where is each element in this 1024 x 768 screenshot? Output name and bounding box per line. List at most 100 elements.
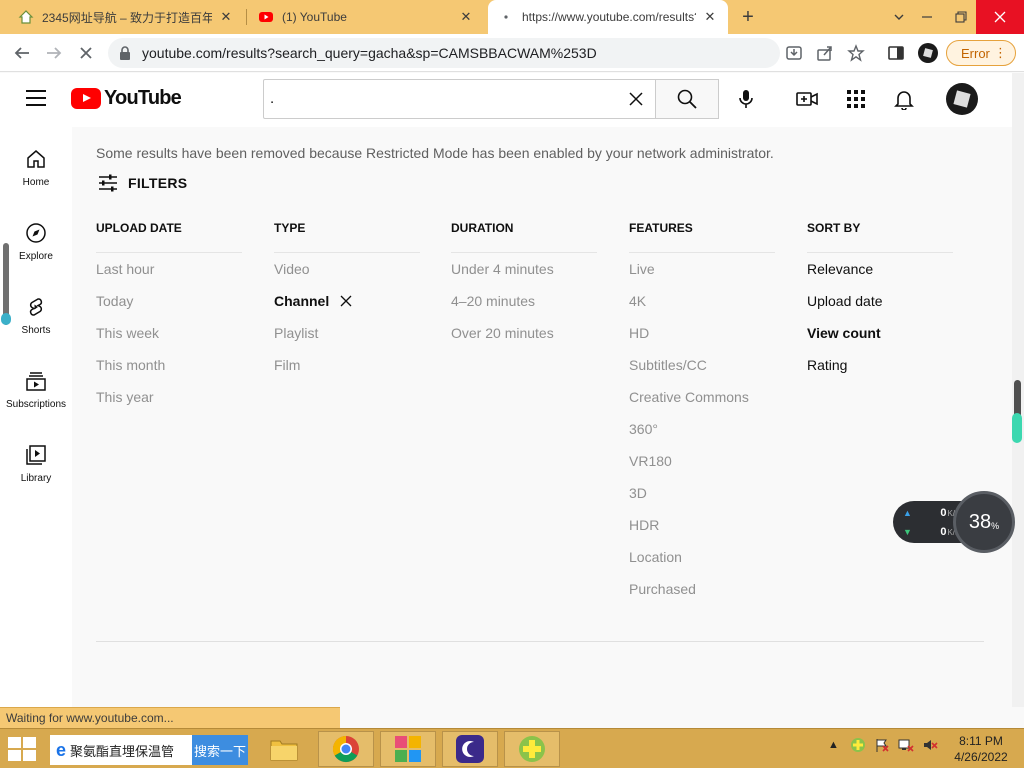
remove-filter-icon[interactable]	[339, 294, 353, 308]
url-text: youtube.com/results?search_query=gacha&s…	[142, 45, 597, 61]
filter-option[interactable]: Relevance	[807, 253, 953, 285]
status-bubble: Waiting for www.youtube.com...	[0, 707, 340, 728]
filter-option[interactable]: Under 4 minutes	[451, 253, 597, 285]
restore-button[interactable]	[944, 0, 978, 34]
search-results-main: Some results have been removed because R…	[72, 127, 1012, 707]
account-avatar[interactable]	[946, 83, 978, 115]
filter-option[interactable]: Location	[629, 541, 775, 573]
filter-option-selected[interactable]: Channel	[274, 285, 420, 317]
youtube-logo[interactable]: YouTube	[71, 87, 182, 110]
filter-option[interactable]: Upload date	[807, 285, 953, 317]
taskbar-search-input[interactable]: e 聚氨酯直埋保温管	[50, 735, 192, 765]
search-button[interactable]	[655, 79, 719, 119]
filter-option-label: Channel	[274, 293, 330, 309]
tab-title: (1) YouTube	[282, 10, 347, 24]
taskbar-clock[interactable]: 8:11 PM 4/26/2022	[946, 733, 1016, 765]
download-arrow-icon: ▼	[903, 527, 912, 537]
page-scrollbar[interactable]	[1012, 73, 1024, 707]
subscriptions-icon	[24, 369, 48, 393]
guide-scrollbar-thumb[interactable]	[1, 313, 11, 325]
side-panel-icon[interactable]	[884, 41, 908, 65]
error-button[interactable]: Error ⋮	[946, 40, 1016, 66]
close-window-button[interactable]	[976, 0, 1024, 34]
stop-loading-button[interactable]	[74, 41, 98, 65]
windows-start-icon[interactable]	[8, 737, 38, 761]
filter-option[interactable]: HD	[629, 317, 775, 349]
filter-option[interactable]: Over 20 minutes	[451, 317, 597, 349]
filter-option[interactable]: Subtitles/CC	[629, 349, 775, 381]
guide-item-explore[interactable]: Explore	[0, 221, 72, 295]
gauge-percent-value: 38	[968, 510, 992, 533]
filter-option[interactable]: HDR	[629, 509, 775, 541]
close-tab-icon[interactable]: ✕	[702, 9, 718, 25]
filter-option[interactable]: Live	[629, 253, 775, 285]
tab-youtube[interactable]: (1) YouTube ✕	[248, 0, 484, 34]
filter-option[interactable]: Film	[274, 349, 420, 381]
filter-option[interactable]: This year	[96, 381, 242, 413]
taskbar-search-button[interactable]: 搜索一下	[192, 735, 248, 765]
logo-wordmark: YouTube	[104, 87, 182, 109]
tray-flag-icon[interactable]	[874, 737, 890, 756]
hamburger-menu-icon[interactable]	[26, 90, 46, 106]
guide-item-subscriptions[interactable]: Subscriptions	[0, 369, 72, 443]
filter-option[interactable]: 3D	[629, 477, 775, 509]
apps-grid-icon[interactable]	[844, 87, 868, 111]
guide-item-library[interactable]: Library	[0, 443, 72, 517]
create-video-icon[interactable]	[795, 87, 819, 111]
profile-avatar-icon[interactable]	[916, 41, 940, 65]
restricted-mode-notice: Some results have been removed because R…	[96, 145, 774, 161]
filter-option[interactable]: This month	[96, 349, 242, 381]
tab-separator	[246, 9, 247, 25]
memory-usage-gauge[interactable]: 38%	[953, 491, 1015, 553]
tray-security-icon[interactable]	[850, 737, 866, 756]
crescent-app-icon[interactable]	[442, 731, 498, 767]
tray-network-icon[interactable]	[898, 737, 914, 756]
filter-option[interactable]: Rating	[807, 349, 953, 381]
search-input[interactable]: .	[263, 79, 656, 119]
filter-option[interactable]: Playlist	[274, 317, 420, 349]
filter-group-features: FEATURES Live 4K HD Subtitles/CC Creativ…	[629, 219, 775, 605]
upload-speed-value: 0	[940, 507, 947, 519]
forward-button[interactable]	[42, 41, 66, 65]
filter-option[interactable]: This week	[96, 317, 242, 349]
clear-search-icon[interactable]	[627, 90, 645, 108]
upload-speed-row: ▲ 0 K/s	[903, 507, 959, 519]
guide-item-home[interactable]: Home	[0, 147, 72, 221]
filter-option-selected[interactable]: View count	[807, 317, 953, 349]
filter-option[interactable]: Today	[96, 285, 242, 317]
filter-option[interactable]: Purchased	[629, 573, 775, 605]
notifications-bell-icon[interactable]	[892, 87, 916, 111]
address-bar[interactable]: youtube.com/results?search_query=gacha&s…	[108, 38, 780, 68]
download-speed-row: ▼ 0 K/s	[903, 526, 959, 538]
tiles-app-icon[interactable]	[380, 731, 436, 767]
filters-label: FILTERS	[128, 175, 188, 191]
clock-time: 8:11 PM	[959, 734, 1003, 748]
home-favicon-icon	[18, 9, 34, 25]
security-app-icon[interactable]	[504, 731, 560, 767]
close-tab-icon[interactable]: ✕	[218, 9, 234, 25]
new-tab-button[interactable]: +	[736, 5, 760, 29]
chrome-taskbar-icon[interactable]	[318, 731, 374, 767]
tab-2345[interactable]: 2345网址导航 – 致力于打造百年品牌 ✕	[8, 0, 244, 34]
filters-button[interactable]: FILTERS	[96, 171, 187, 195]
tab-results-active[interactable]: https://www.youtube.com/results?search_q…	[488, 0, 728, 34]
guide-item-shorts[interactable]: Shorts	[0, 295, 72, 369]
minimize-button[interactable]	[910, 0, 944, 34]
filter-group-header: FEATURES	[629, 219, 775, 253]
tray-volume-icon[interactable]	[922, 737, 938, 756]
filter-option[interactable]: Last hour	[96, 253, 242, 285]
filter-option[interactable]: VR180	[629, 445, 775, 477]
filter-option[interactable]: 4–20 minutes	[451, 285, 597, 317]
filter-option[interactable]: 360°	[629, 413, 775, 445]
filter-option[interactable]: Creative Commons	[629, 381, 775, 413]
install-app-icon[interactable]	[782, 41, 806, 65]
bookmark-star-icon[interactable]	[844, 41, 868, 65]
filter-option[interactable]: Video	[274, 253, 420, 285]
close-tab-icon[interactable]: ✕	[458, 9, 474, 25]
voice-search-mic-icon[interactable]	[734, 87, 758, 111]
back-button[interactable]	[10, 41, 34, 65]
filter-option[interactable]: 4K	[629, 285, 775, 317]
file-explorer-icon[interactable]	[256, 731, 312, 767]
share-icon[interactable]	[813, 41, 837, 65]
tray-expand-icon[interactable]: ▲	[828, 739, 839, 751]
